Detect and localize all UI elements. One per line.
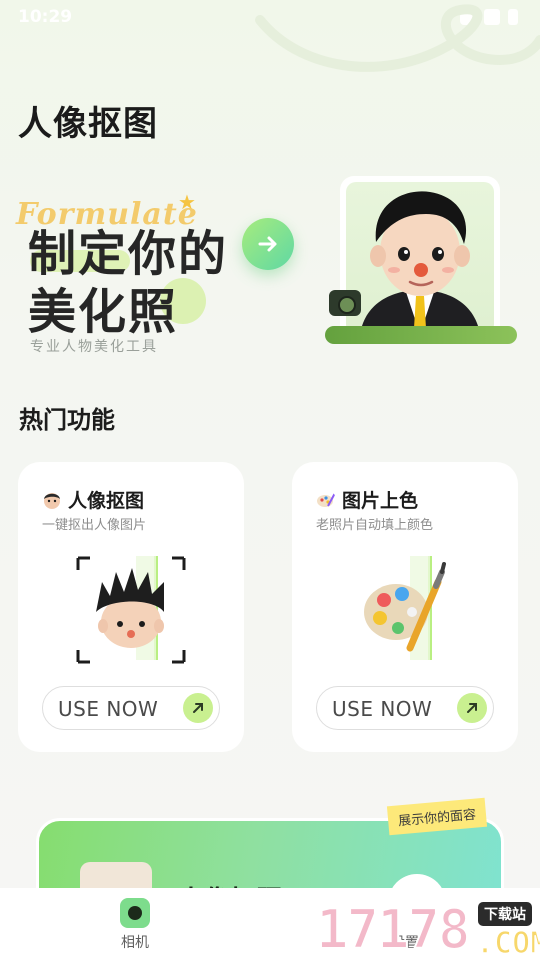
hero-portrait-card [340, 176, 500, 340]
nav-item-camera[interactable]: 相机 [95, 898, 175, 952]
use-now-label: USE NOW [58, 697, 159, 721]
watermark-digits: 17178 [315, 897, 472, 960]
paint-palette-illustration [364, 556, 446, 660]
use-now-label: USE NOW [332, 697, 433, 721]
arrow-up-right-icon [457, 693, 487, 723]
hero-subtitle: 专业人物美化工具 [30, 339, 158, 355]
nav-label: 相机 [121, 935, 149, 951]
site-watermark: 17178 下载站 .COM [315, 897, 540, 960]
feature-card-photo-colorize[interactable]: 图片上色 老照片自动填上颜色 USE NOW [292, 462, 518, 752]
feature-card-subtitle: 老照片自动填上颜色 [316, 518, 434, 533]
hero-portrait-base [325, 326, 517, 344]
status-time: 10:29 [18, 7, 73, 27]
feature-card-title-row: 人像抠图 [42, 486, 144, 513]
decorative-swirl [255, 4, 540, 72]
portrait-cutout-illustration [76, 556, 186, 664]
hot-features-title: 热门功能 [19, 406, 115, 434]
feature-card-title: 图片上色 [342, 490, 419, 512]
star-icon: ★ [178, 190, 196, 214]
camera-icon [329, 290, 361, 316]
boy-avatar-emoji-icon [44, 492, 60, 509]
hero-portrait-frame [346, 182, 494, 334]
feature-card-title: 人像抠图 [68, 490, 145, 512]
feature-card-title-row: 图片上色 [316, 486, 418, 513]
use-now-button[interactable]: USE NOW [316, 686, 494, 730]
businessman-avatar-illustration [360, 191, 480, 334]
watermark-tag: 下载站 [478, 902, 532, 926]
feature-card-subtitle: 一键抠出人像图片 [42, 518, 147, 533]
use-now-button[interactable]: USE NOW [42, 686, 220, 730]
hero-go-button[interactable] [242, 218, 294, 270]
feature-card-portrait-cutout[interactable]: 人像抠图 一键抠出人像图片 USE NOW [18, 462, 244, 752]
arrow-up-right-icon [183, 693, 213, 723]
watermark-suffix: .COM [475, 925, 540, 960]
camera-icon [120, 898, 150, 928]
paint-palette-emoji-icon [317, 492, 336, 507]
arrow-right-icon [258, 236, 277, 252]
page-title: 人像抠图 [18, 104, 158, 144]
hero-headline-line2: 美化照 [28, 284, 179, 340]
